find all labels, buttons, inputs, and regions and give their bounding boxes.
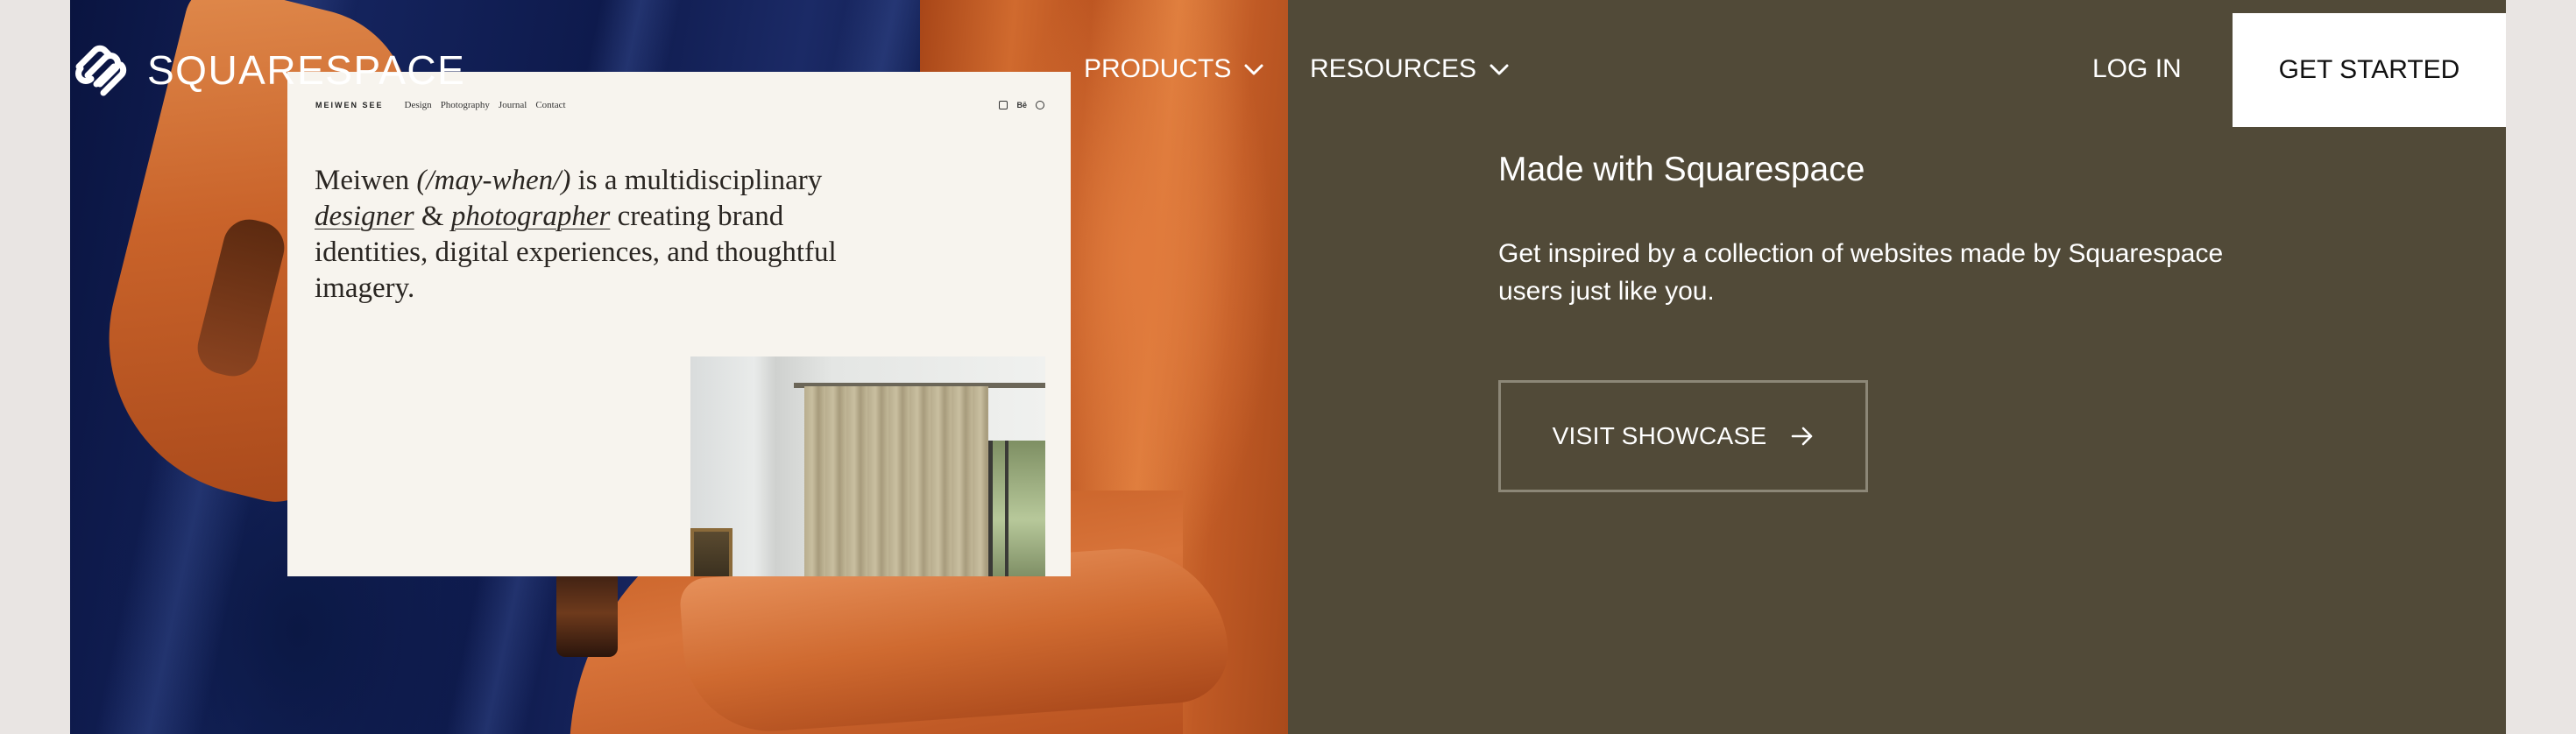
chevron-down-icon [1490, 64, 1509, 75]
preview-intro-name: Meiwen [315, 165, 410, 196]
shoe-heel [556, 569, 618, 657]
preview-intro-pronunciation: (/may-when/) [416, 165, 571, 196]
site-header: SQUARESPACE PRODUCTS RESOURCES LOG IN GE… [70, 0, 2506, 140]
preview-intro-text-1: is a multidisciplinary [577, 165, 823, 196]
page: MEIWEN SEE Design Photography Journal Co… [70, 0, 2506, 734]
brand-name: SQUARESPACE [147, 47, 466, 93]
preview-intro-role-designer: designer [315, 201, 414, 232]
panel-title: Made with Squarespace [1498, 151, 1865, 188]
preview-photo [690, 356, 1045, 576]
visit-showcase-button[interactable]: VISIT SHOWCASE [1498, 380, 1868, 492]
preview-intro-amp: & [421, 201, 444, 232]
picture-frame [690, 528, 732, 576]
window [988, 441, 1045, 576]
squarespace-logo[interactable]: SQUARESPACE [70, 42, 465, 98]
nav-resources[interactable]: RESOURCES [1310, 54, 1510, 84]
website-preview[interactable]: MEIWEN SEE Design Photography Journal Co… [287, 72, 1071, 576]
login-link[interactable]: LOG IN [2092, 54, 2182, 84]
curtain [804, 386, 988, 576]
nav-resources-label: RESOURCES [1310, 54, 1477, 83]
visit-showcase-label: VISIT SHOWCASE [1552, 422, 1767, 449]
preview-intro-role-photographer: photographer [450, 201, 611, 232]
squarespace-logo-icon [75, 45, 127, 96]
arrow-right-icon [1792, 427, 1813, 446]
get-started-button[interactable]: GET STARTED [2233, 13, 2506, 127]
nav-products[interactable]: PRODUCTS [1084, 54, 1264, 84]
nav-products-label: PRODUCTS [1084, 54, 1232, 83]
panel-description: Get inspired by a collection of websites… [1498, 239, 2224, 306]
preview-intro: Meiwen (/may-when/) is a multidisciplina… [315, 163, 840, 307]
chevron-down-icon [1244, 64, 1263, 75]
